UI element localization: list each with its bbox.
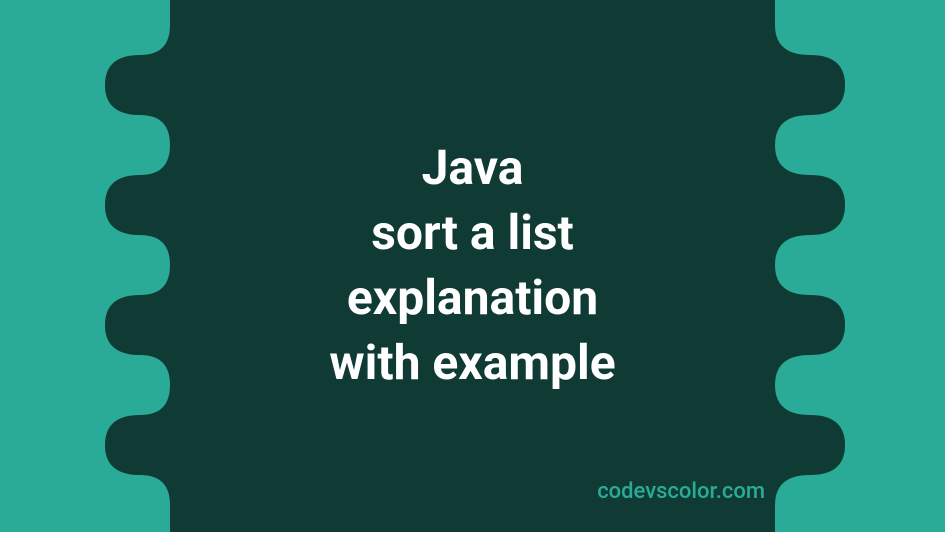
title-line-3: explanation (329, 266, 615, 331)
title-line-1: Java (329, 136, 615, 201)
title-line-2: sort a list (329, 201, 615, 266)
banner-container: Java sort a list explanation with exampl… (0, 0, 945, 532)
title-line-4: with example (329, 331, 615, 396)
site-watermark: codevscolor.com (597, 479, 765, 504)
banner-content: Java sort a list explanation with exampl… (0, 0, 945, 532)
banner-title: Java sort a list explanation with exampl… (329, 136, 615, 395)
